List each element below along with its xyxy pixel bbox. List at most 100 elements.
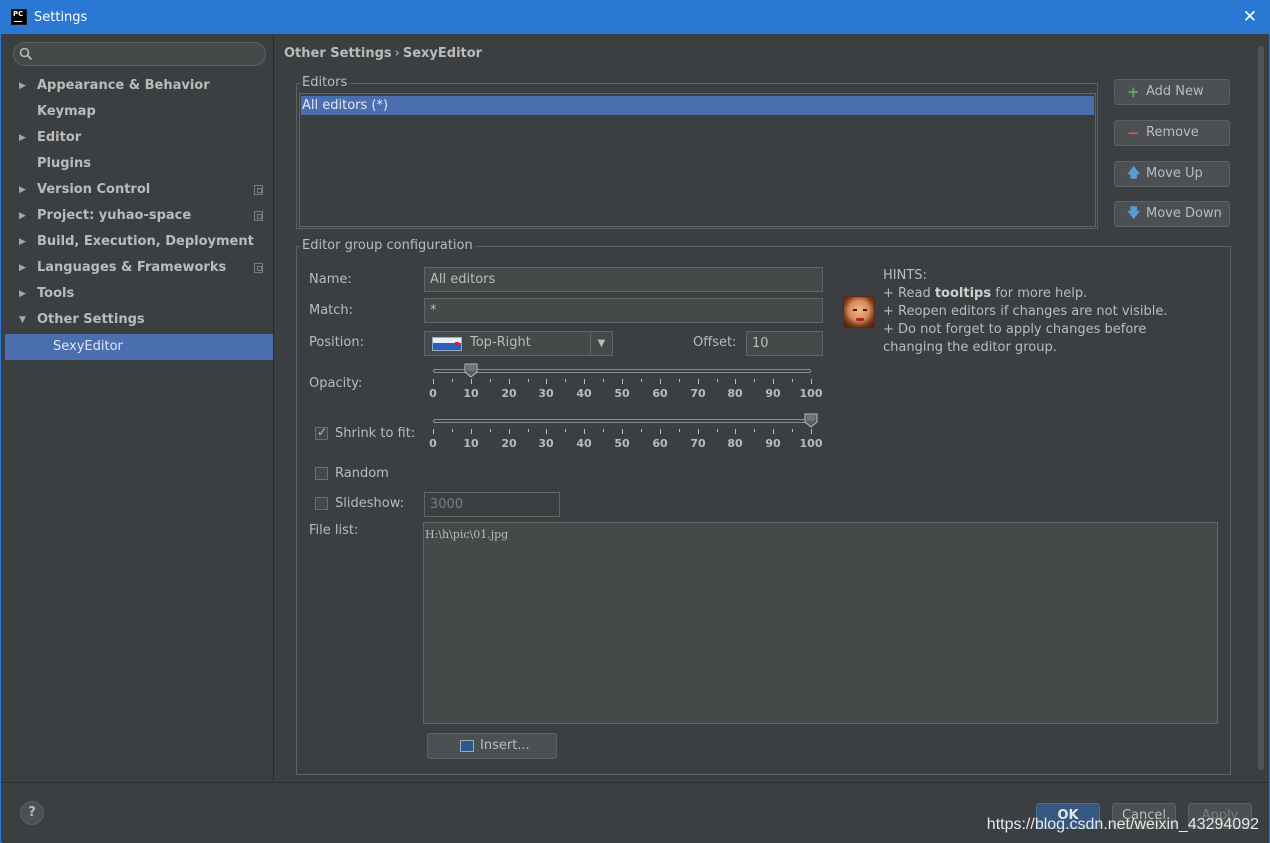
slider-tick (528, 379, 529, 382)
expand-arrow-icon[interactable]: ▶ (19, 281, 26, 307)
slider-tick-label: 80 (727, 387, 743, 400)
match-field[interactable]: * (424, 298, 823, 323)
insert-button[interactable]: Insert... (427, 733, 557, 759)
sidebar-item-keymap[interactable]: Keymap (5, 99, 273, 125)
hint-bold-text: tooltips (934, 286, 992, 301)
add-new-button[interactable]: + Add New (1114, 79, 1230, 105)
remove-button[interactable]: − Remove (1114, 120, 1230, 146)
sidebar-item-label: Languages & Frameworks (37, 260, 227, 275)
slider-thumb[interactable] (464, 363, 478, 378)
button-label: Insert... (480, 738, 530, 753)
slider-tick (735, 379, 736, 384)
slider-tick-label: 80 (727, 437, 743, 450)
slider-tick-label: 0 (429, 387, 437, 400)
slider-tick (641, 429, 642, 432)
expand-arrow-icon[interactable]: ▶ (19, 229, 26, 255)
button-label: Remove (1146, 125, 1199, 140)
offset-label: Offset: (693, 335, 737, 350)
slider-tick (622, 379, 623, 384)
expand-arrow-icon[interactable]: ▶ (19, 177, 26, 203)
button-label: Add New (1146, 84, 1204, 99)
slider-tick (735, 429, 736, 434)
close-icon[interactable]: ✕ (1243, 7, 1257, 27)
search-input[interactable] (13, 42, 266, 66)
sidebar-item-project[interactable]: ▶ Project: yuhao-space (5, 203, 273, 229)
editors-list[interactable]: All editors (*) (299, 93, 1096, 227)
slideshow-label: Slideshow: (335, 496, 404, 511)
sidebar-item-build[interactable]: ▶ Build, Execution, Deployment (5, 229, 273, 255)
settings-sidebar: ▶ Appearance & Behavior Keymap ▶ Editor … (5, 35, 274, 781)
slider-tick-label: 30 (538, 437, 554, 450)
slider-tick (452, 379, 453, 382)
slider-tick-label: 60 (652, 437, 668, 450)
sidebar-item-label: Tools (37, 286, 75, 301)
file-list-textarea[interactable]: H:\h\pic\01.jpg (423, 522, 1218, 724)
slider-tick-label: 90 (765, 437, 781, 450)
slider-tick (565, 379, 566, 382)
random-checkbox[interactable] (315, 467, 328, 480)
file-list-label: File list: (309, 523, 359, 538)
slider-tick-label: 10 (463, 437, 479, 450)
sidebar-item-sexyeditor[interactable]: SexyEditor (5, 334, 273, 360)
slider-tick (698, 379, 699, 384)
sidebar-item-editor[interactable]: ▶ Editor (5, 125, 273, 151)
list-item[interactable]: All editors (*) (301, 96, 1094, 115)
scrollbar[interactable] (1258, 46, 1264, 770)
collapse-arrow-icon[interactable]: ▼ (19, 307, 26, 333)
hint-text: + Read (883, 286, 935, 301)
search-icon (19, 47, 33, 61)
checkmark-icon: ✓ (317, 425, 328, 439)
sidebar-item-tools[interactable]: ▶ Tools (5, 281, 273, 307)
shrink-slider[interactable]: 0 10 20 30 40 50 60 70 80 90 100 (429, 413, 822, 460)
expand-arrow-icon[interactable]: ▶ (19, 125, 26, 151)
slider-tick (509, 429, 510, 434)
move-up-button[interactable]: 🡅 Move Up (1114, 161, 1230, 187)
breadcrumb-parent[interactable]: Other Settings (284, 46, 392, 61)
sidebar-item-other-settings[interactable]: ▼ Other Settings (5, 307, 273, 333)
insert-image-icon (460, 740, 474, 752)
slider-tick (698, 429, 699, 434)
slider-thumb[interactable] (804, 413, 818, 428)
slideshow-checkbox[interactable] (315, 497, 328, 510)
offset-field[interactable]: 10 (746, 331, 823, 356)
match-label: Match: (309, 303, 354, 318)
opacity-slider[interactable]: 0 10 20 30 40 50 60 70 80 90 100 (429, 363, 822, 410)
sidebar-item-version-control[interactable]: ▶ Version Control (5, 177, 273, 203)
expand-arrow-icon[interactable]: ▶ (19, 255, 26, 281)
slideshow-interval-field[interactable]: 3000 (424, 492, 560, 517)
hint-line: + Reopen editors if changes are not visi… (883, 304, 1168, 319)
position-value: Top-Right (470, 335, 531, 350)
slider-tick (811, 379, 812, 384)
move-down-button[interactable]: 🡇 Move Down (1114, 201, 1230, 227)
plus-icon: + (1127, 83, 1140, 101)
random-label: Random (335, 466, 389, 481)
sidebar-item-plugins[interactable]: Plugins (5, 151, 273, 177)
sidebar-item-appearance[interactable]: ▶ Appearance & Behavior (5, 73, 273, 99)
slider-tick-label: 60 (652, 387, 668, 400)
slider-tick (546, 379, 547, 384)
slider-tick (792, 429, 793, 432)
slider-tick-label: 50 (614, 387, 630, 400)
position-select[interactable]: Top-Right ▼ (424, 331, 613, 356)
sidebar-item-label: Editor (37, 130, 82, 145)
position-label: Position: (309, 335, 364, 350)
expand-arrow-icon[interactable]: ▶ (19, 203, 26, 229)
slider-tick-label: 0 (429, 437, 437, 450)
expand-arrow-icon[interactable]: ▶ (19, 73, 26, 99)
sidebar-item-languages[interactable]: ▶ Languages & Frameworks (5, 255, 273, 281)
sidebar-item-label: Version Control (37, 182, 151, 197)
name-field[interactable]: All editors (424, 267, 823, 292)
help-icon[interactable]: ? (20, 801, 44, 825)
sidebar-item-label: Project: yuhao-space (37, 208, 192, 223)
shrink-to-fit-checkbox[interactable]: ✓ (315, 425, 328, 440)
slider-tick (603, 429, 604, 432)
slider-tick (773, 379, 774, 384)
arrow-down-icon: 🡇 (1127, 206, 1141, 221)
sidebar-item-label: Other Settings (37, 312, 145, 327)
project-scope-icon (254, 263, 263, 273)
sidebar-item-label: Keymap (37, 104, 96, 119)
chevron-down-icon[interactable]: ▼ (590, 332, 612, 355)
slider-tick-label: 20 (501, 437, 517, 450)
button-label: Move Up (1146, 166, 1203, 181)
config-group-title: Editor group configuration (300, 238, 475, 253)
